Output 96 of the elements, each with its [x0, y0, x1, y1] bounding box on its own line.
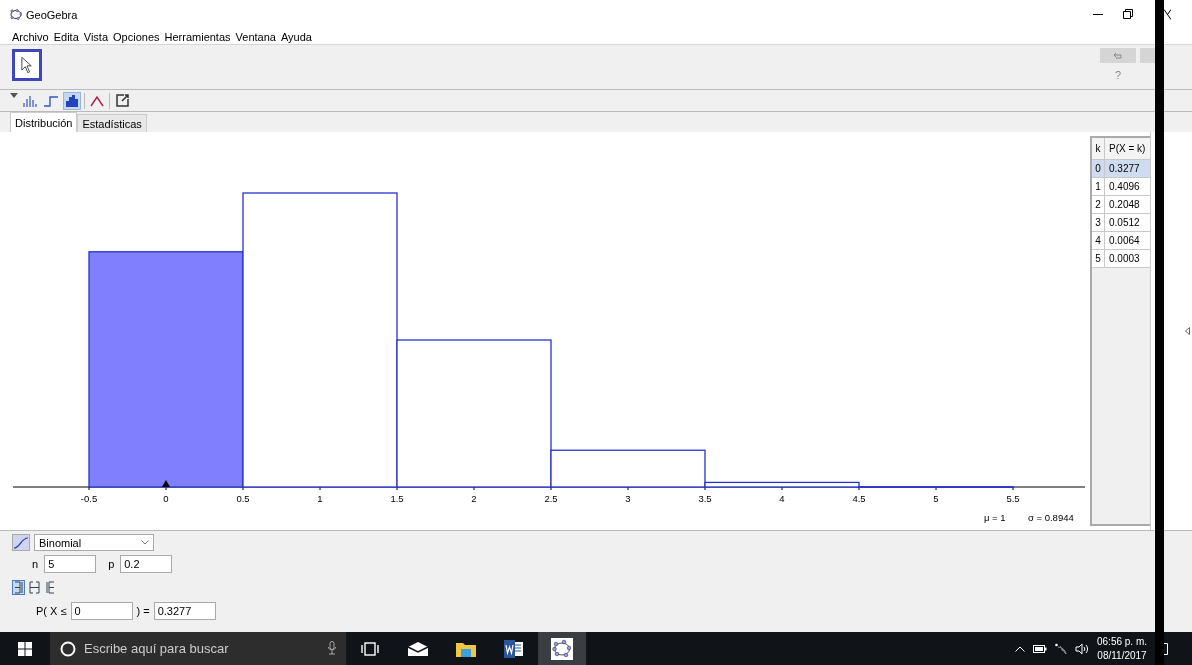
- move-tool-button[interactable]: [12, 48, 42, 81]
- volume-icon[interactable]: [1075, 642, 1089, 655]
- table-row[interactable]: 1 0.4096: [1092, 178, 1150, 197]
- menu-item[interactable]: Opciones: [113, 30, 160, 43]
- taskbar-app[interactable]: [538, 632, 586, 665]
- menu-item[interactable]: Archivo: [12, 30, 49, 43]
- cursor-icon: [21, 54, 33, 75]
- tick-label: 0: [163, 493, 169, 505]
- chevron-down-icon: [141, 540, 149, 546]
- restore-icon[interactable]: [1123, 9, 1133, 19]
- clock-date[interactable]: 08/11/2017: [1097, 648, 1147, 663]
- interval-mode-button[interactable]: [44, 580, 57, 596]
- tick-label: 4.5: [852, 493, 866, 505]
- search-field[interactable]: Escribe aquí para buscar: [50, 632, 346, 665]
- table-cell-text: 0.0064: [1108, 234, 1140, 249]
- histogram-icon: [65, 94, 79, 107]
- tick-label: 3: [625, 493, 631, 505]
- app-logo-icon: [10, 9, 22, 21]
- wifi-icon[interactable]: [1055, 642, 1067, 655]
- mean-label: μ = 1: [984, 512, 1006, 524]
- sd-label: σ = 0.8944: [1028, 512, 1074, 524]
- table-cell: 1: [1092, 178, 1105, 196]
- bar-chart-icon: [23, 94, 37, 107]
- table-cell-text: 0.3277: [1108, 162, 1140, 177]
- view-toggle-button[interactable]: [113, 91, 131, 110]
- table-cell: 5: [1092, 250, 1105, 268]
- interval-mode-button[interactable]: [12, 580, 25, 596]
- menu-item[interactable]: Herramientas: [164, 30, 231, 43]
- view-toggle-button[interactable]: [63, 91, 81, 110]
- close-icon[interactable]: [1164, 9, 1171, 20]
- parameter-field[interactable]: 0.2: [120, 555, 173, 574]
- word-icon[interactable]: [504, 639, 524, 658]
- table-cell: 2: [1092, 196, 1105, 214]
- tick-label: 5.5: [1006, 493, 1020, 505]
- probability-label: P( X ≤: [36, 605, 67, 618]
- result-field[interactable]: 0.3277: [153, 602, 216, 621]
- column-header: k: [1092, 138, 1105, 160]
- table-row[interactable]: 4 0.0064: [1092, 232, 1150, 251]
- menu-item[interactable]: Vista: [83, 30, 109, 43]
- table-cell: 4: [1092, 232, 1105, 250]
- tick-label: 4: [779, 493, 785, 505]
- table-row[interactable]: 5 0.0003: [1092, 250, 1150, 269]
- table-row[interactable]: 2 0.2048: [1092, 196, 1150, 215]
- table-cell: 3: [1092, 214, 1105, 232]
- column-header: P(X = k): [1108, 142, 1146, 157]
- tick-label: 2: [471, 493, 477, 505]
- menu-item[interactable]: Ventana: [235, 30, 276, 43]
- collapse-arrow-icon[interactable]: [1185, 327, 1190, 336]
- parameter-label: n: [32, 558, 39, 571]
- parameter-field[interactable]: 5: [44, 555, 97, 574]
- mail-icon[interactable]: [407, 641, 429, 656]
- equals-label: ) =: [136, 605, 150, 618]
- clock-time[interactable]: 06:56 p. m.: [1097, 634, 1148, 649]
- tick-label: 3.5: [698, 493, 712, 505]
- table-cell-text: 0.0512: [1108, 216, 1140, 231]
- task-view-icon[interactable]: [361, 641, 379, 656]
- table-cell: 0: [1092, 160, 1105, 178]
- tab[interactable]: Distribución: [10, 112, 78, 133]
- table-cell-text: 0.0003: [1108, 252, 1140, 267]
- menu-item[interactable]: Ayuda: [280, 30, 312, 43]
- undo-icon: [1113, 51, 1123, 59]
- microphone-icon[interactable]: [328, 641, 336, 655]
- export-icon: [115, 94, 129, 107]
- menu-item[interactable]: Edita: [53, 30, 79, 43]
- battery-icon[interactable]: [1033, 644, 1047, 653]
- chevron-up-icon[interactable]: [1015, 645, 1025, 652]
- table-row[interactable]: 3 0.0512: [1092, 214, 1150, 233]
- window-title: GeoGebra: [26, 8, 78, 21]
- tab[interactable]: Estadísticas: [77, 114, 147, 133]
- table-row[interactable]: 0 0.3277: [1092, 160, 1150, 179]
- cortana-circle-icon: [60, 640, 76, 657]
- tick-label: 1.5: [390, 493, 404, 505]
- bound-marker[interactable]: [162, 480, 170, 488]
- bracket-pair-icon: [29, 581, 40, 595]
- distribution-dropdown[interactable]: Binomial: [34, 534, 154, 552]
- tick-label: 5: [933, 493, 939, 505]
- left-bracket-icon: [13, 581, 24, 595]
- parameter-label: p: [108, 558, 115, 571]
- folder-icon[interactable]: [456, 640, 476, 657]
- tick-label: -0.5: [80, 493, 98, 505]
- bound-field[interactable]: 0: [70, 602, 133, 621]
- tick-label: 2.5: [544, 493, 558, 505]
- cumulative-toggle-button[interactable]: [12, 534, 30, 552]
- curve-icon: [90, 94, 104, 107]
- dropdown-triangle-icon[interactable]: [10, 92, 18, 98]
- right-bracket-icon: [45, 581, 56, 595]
- tick-label: 0.5: [236, 493, 250, 505]
- table-cell-text: 0.4096: [1108, 180, 1140, 195]
- tick-label: 1: [317, 493, 323, 505]
- table-cell-text: 0.2048: [1108, 198, 1140, 213]
- step-line-icon: [44, 94, 58, 107]
- windows-start-icon[interactable]: [18, 641, 32, 656]
- interval-mode-button[interactable]: [28, 580, 41, 596]
- notification-icon[interactable]: [1164, 643, 1168, 655]
- s-curve-icon: [14, 536, 28, 549]
- geogebra-icon[interactable]: [551, 637, 573, 660]
